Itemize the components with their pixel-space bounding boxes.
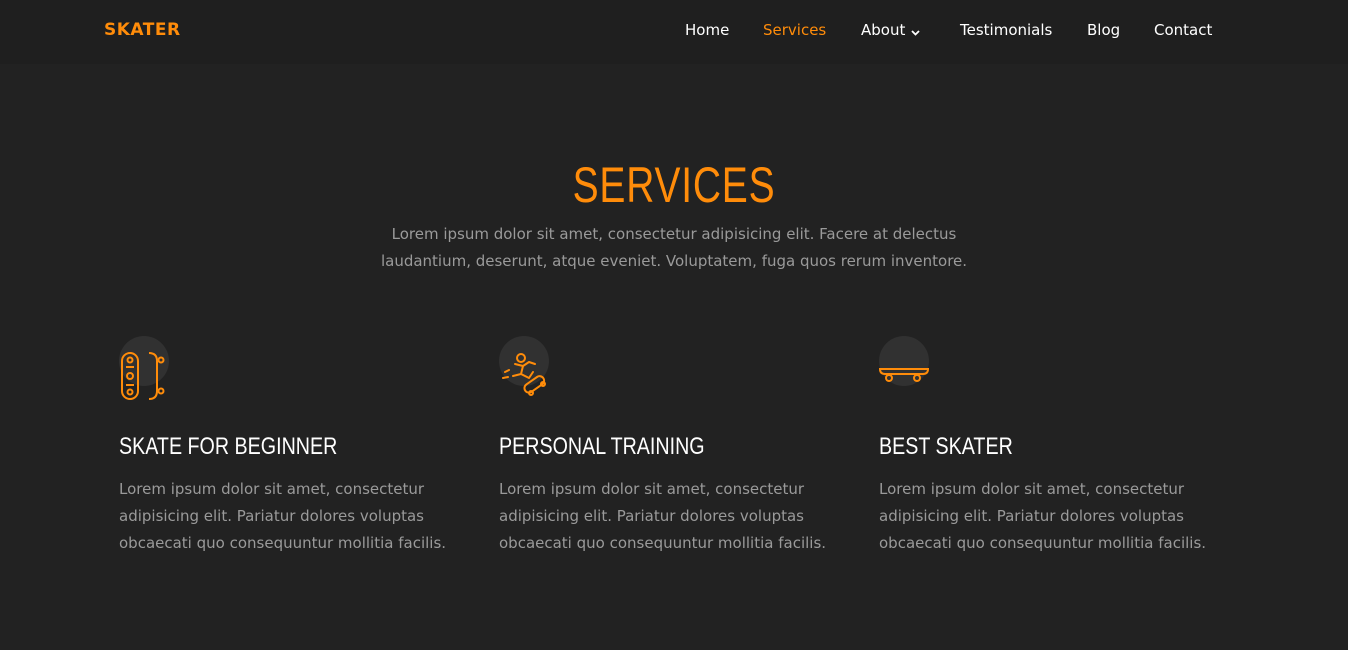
service-title: PERSONAL TRAINING [499, 433, 705, 460]
skater-jumping-icon [499, 336, 555, 400]
service-text: Lorem ipsum dolor sit amet, consectetur … [879, 480, 1207, 552]
service-card: BEST SKATER Lorem ipsum dolor sit amet, … [879, 336, 1219, 552]
service-card: SKATE FOR BEGINNER Lorem ipsum dolor sit… [119, 336, 459, 552]
skateboard-side-icon [879, 336, 935, 400]
service-text: Lorem ipsum dolor sit amet, consectetur … [119, 480, 447, 552]
service-title: SKATE FOR BEGINNER [119, 433, 338, 460]
section-title: SERVICES [572, 157, 776, 213]
nav-home[interactable]: Home [685, 21, 729, 39]
nav-blog[interactable]: Blog [1087, 21, 1120, 39]
nav-about[interactable]: About [861, 21, 920, 40]
skateboard-pair-icon [119, 336, 175, 400]
service-text: Lorem ipsum dolor sit amet, consectetur … [499, 480, 827, 552]
navbar: SKATER Home Services About Testimonials … [0, 0, 1348, 64]
chevron-down-icon [911, 22, 920, 40]
nav-testimonials[interactable]: Testimonials [960, 21, 1052, 39]
section-description: Lorem ipsum dolor sit amet, consectetur … [380, 225, 968, 270]
nav-contact[interactable]: Contact [1154, 21, 1212, 39]
brand-logo[interactable]: SKATER [104, 20, 181, 40]
service-card: PERSONAL TRAINING Lorem ipsum dolor sit … [499, 336, 839, 552]
nav-services[interactable]: Services [763, 21, 826, 39]
service-title: BEST SKATER [879, 433, 1013, 460]
nav-about-label: About [861, 21, 906, 39]
